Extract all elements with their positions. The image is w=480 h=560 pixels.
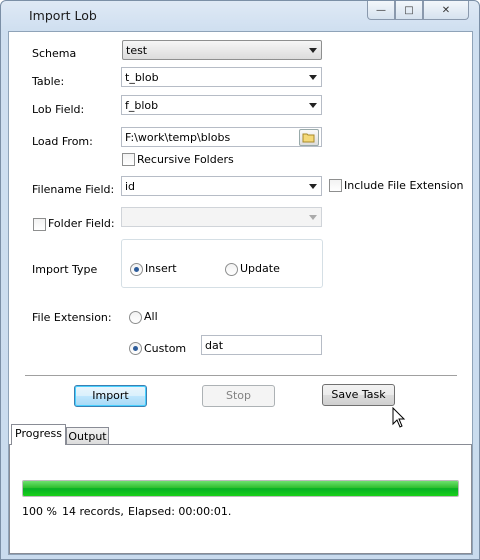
custom-label: Custom (144, 342, 187, 355)
divider (25, 375, 457, 377)
progress-percent: 100 % (22, 505, 57, 518)
insert-label: Insert (145, 262, 177, 275)
maximize-icon: □ (404, 4, 414, 16)
load-from-value: F:\work\temp\blobs (125, 131, 231, 144)
chevron-down-icon (309, 103, 317, 108)
custom-extension-value: dat (205, 339, 224, 352)
schema-select[interactable]: test (122, 40, 322, 60)
schema-value: test (126, 44, 148, 57)
lob-field-select[interactable]: f_blob (121, 95, 322, 115)
minimize-button[interactable]: — (367, 1, 395, 20)
filename-field-label: Filename Field: (32, 183, 115, 196)
update-label: Update (240, 262, 280, 275)
folder-field-label: Folder Field: (48, 217, 115, 230)
table-value: t_blob (125, 71, 159, 84)
tab-output[interactable]: Output (66, 427, 109, 445)
progress-bar-fill (23, 481, 458, 496)
load-from-input[interactable]: F:\work\temp\blobs (121, 127, 322, 147)
chevron-down-icon (309, 48, 317, 53)
browse-button[interactable] (299, 129, 319, 146)
import-button[interactable]: Import (74, 385, 147, 407)
all-label: All (144, 310, 158, 323)
update-radio[interactable] (225, 263, 238, 276)
window-controls: — □ ✕ (367, 1, 469, 20)
import-lob-window: Import Lob — □ ✕ Schema test Table: t_bl… (0, 0, 480, 560)
tab-progress[interactable]: Progress (11, 424, 66, 445)
progress-bar (22, 480, 459, 497)
lob-field-value: f_blob (125, 99, 159, 112)
stop-button[interactable]: Stop (202, 385, 275, 407)
chevron-down-icon (309, 215, 317, 220)
folder-field-checkbox[interactable] (33, 218, 46, 231)
schema-label: Schema (32, 47, 77, 60)
folder-icon (302, 133, 315, 143)
folder-field-select[interactable] (121, 207, 322, 227)
table-select[interactable]: t_blob (121, 67, 322, 87)
dialog-body: Schema test Table: t_blob Lob Field: f_b… (8, 31, 473, 555)
load-from-label: Load From: (32, 135, 93, 148)
import-type-label: Import Type (32, 263, 98, 276)
insert-radio[interactable] (130, 263, 143, 276)
save-task-button[interactable]: Save Task (322, 384, 395, 406)
chevron-down-icon (309, 184, 317, 189)
filename-field-value: id (125, 180, 136, 193)
records-count: 14 records, (62, 505, 124, 518)
file-extension-label: File Extension: (32, 311, 112, 324)
progress-panel: 100 % 14 records, Elapsed: 00:00:01. (9, 444, 472, 554)
include-file-extension-checkbox[interactable] (329, 179, 342, 192)
recursive-folders-label: Recursive Folders (137, 153, 234, 166)
minimize-icon: — (376, 4, 386, 16)
include-file-extension-label: Include File Extension (344, 179, 464, 192)
maximize-button[interactable]: □ (395, 1, 423, 20)
custom-extension-input[interactable]: dat (201, 335, 322, 355)
filename-field-select[interactable]: id (121, 176, 322, 196)
all-radio[interactable] (129, 311, 142, 324)
recursive-folders-checkbox[interactable] (122, 153, 135, 166)
elapsed-time: Elapsed: 00:00:01. (128, 505, 232, 518)
import-type-group: Insert Update (121, 239, 323, 288)
custom-radio[interactable] (129, 342, 142, 355)
table-label: Table: (32, 75, 65, 88)
chevron-down-icon (309, 75, 317, 80)
window-title: Import Lob (29, 8, 97, 23)
close-icon: ✕ (441, 4, 451, 16)
mouse-pointer-icon (392, 407, 406, 428)
close-button[interactable]: ✕ (423, 1, 469, 20)
lob-field-label: Lob Field: (32, 103, 85, 116)
